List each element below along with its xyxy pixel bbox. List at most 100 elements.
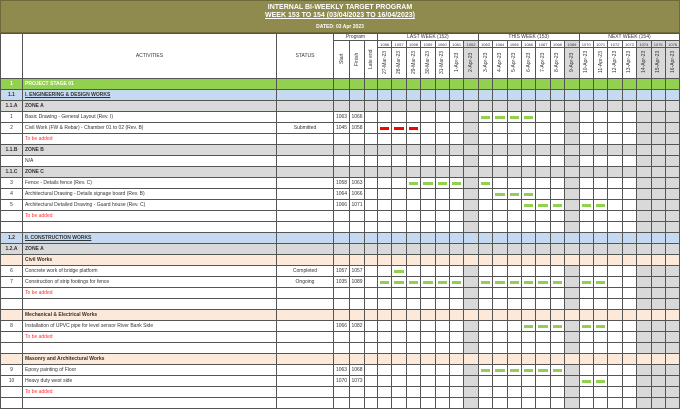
- row-number: [0, 133, 23, 145]
- day-cell: [621, 375, 638, 387]
- day-cell: [607, 221, 623, 233]
- row-number: 3: [0, 177, 23, 189]
- day-cell: [448, 78, 465, 90]
- day-cell: [420, 210, 436, 222]
- day-cell: [535, 199, 551, 211]
- day-cell: [377, 221, 393, 233]
- day-cell: [549, 364, 566, 376]
- day-cell: [405, 342, 422, 354]
- day-cell: [535, 375, 551, 387]
- day-cell: [592, 342, 609, 354]
- finish-cell: [349, 386, 365, 398]
- day-cell: [520, 287, 537, 299]
- activity-label[interactable]: To be added: [22, 287, 277, 299]
- day-cell: [592, 188, 609, 200]
- day-cell: [621, 199, 638, 211]
- day-cell: [621, 155, 638, 167]
- day-cell: [506, 375, 522, 387]
- day-cell: [621, 243, 638, 255]
- day-cell: [549, 155, 566, 167]
- day-cell: [549, 243, 566, 255]
- day-cell: [549, 276, 566, 288]
- day-cell: [463, 199, 479, 211]
- day-cell: [448, 397, 465, 409]
- day-date: 1-Apr-23: [453, 52, 460, 72]
- day-cell: [636, 320, 652, 332]
- day-cell: [463, 188, 479, 200]
- day-cell: [405, 210, 422, 222]
- late-end-cell: [363, 386, 379, 398]
- status-header: STATUS: [276, 33, 334, 79]
- day-cell: [607, 309, 623, 321]
- day-cell: [463, 320, 479, 332]
- blank-row: [0, 221, 680, 233]
- day-date: 30-Mar-23: [424, 50, 431, 74]
- day-cell: [492, 188, 508, 200]
- day-cell: [535, 353, 551, 365]
- day-cell: [448, 210, 465, 222]
- day-cell: [650, 133, 666, 145]
- day-cell: [506, 144, 522, 156]
- day-cell: [377, 342, 393, 354]
- day-cell: [549, 232, 566, 244]
- day-cell: [492, 221, 508, 233]
- day-cell: [377, 210, 393, 222]
- day-cell: [377, 177, 393, 189]
- day-cell: [636, 342, 652, 354]
- day-cell: [448, 298, 465, 310]
- day-cell: [564, 320, 580, 332]
- day-cell: [636, 133, 652, 145]
- day-cell: [377, 254, 393, 266]
- day-cell: [377, 232, 393, 244]
- start-cell: 1063: [333, 364, 350, 376]
- day-cell: [391, 144, 407, 156]
- day-cell: [477, 111, 494, 123]
- activity-label[interactable]: To be added: [22, 210, 277, 222]
- activity-label[interactable]: To be added: [22, 386, 277, 398]
- day-cell: [448, 320, 465, 332]
- row-number: 1: [0, 111, 23, 123]
- day-cell: [477, 265, 494, 277]
- day-cell: [592, 199, 609, 211]
- late-end-cell: [363, 298, 379, 310]
- day-cell: [405, 364, 422, 376]
- gantt-bar: [495, 192, 505, 196]
- report-title-banner: INTERNAL BI-WEEKLY TARGET PROGRAM WEEK 1…: [0, 0, 680, 33]
- day-cell: [535, 364, 551, 376]
- day-cell: [492, 397, 508, 409]
- day-cell: [492, 89, 508, 101]
- day-cell: [520, 100, 537, 112]
- todo-row: To be added: [0, 210, 680, 222]
- day-cell: [535, 386, 551, 398]
- day-cell: [492, 133, 508, 145]
- status-cell: [276, 331, 334, 343]
- day-cell: [592, 353, 609, 365]
- day-cell: [650, 78, 666, 90]
- activity-label[interactable]: To be added: [22, 331, 277, 343]
- day-cell: [377, 166, 393, 178]
- day-cell: [549, 78, 566, 90]
- day-cell: [506, 188, 522, 200]
- day-number: 1066: [520, 40, 537, 48]
- day-cell: [564, 122, 580, 134]
- day-cell: [592, 155, 609, 167]
- blank-row: [0, 397, 680, 409]
- gantt-bar: [394, 280, 404, 284]
- day-cell: [520, 89, 537, 101]
- day-cell: [434, 166, 450, 178]
- activity-label[interactable]: To be added: [22, 133, 277, 145]
- day-cell: [664, 287, 680, 299]
- day-cell: [434, 375, 450, 387]
- day-cell: [420, 397, 436, 409]
- day-cell: [578, 232, 594, 244]
- day-cell: [535, 166, 551, 178]
- day-number: 1070: [578, 40, 594, 48]
- status-cell: [276, 243, 334, 255]
- day-cell: [621, 265, 638, 277]
- day-number: 1068: [549, 40, 566, 48]
- status-cell: Completed: [276, 265, 334, 277]
- row-number: [0, 386, 23, 398]
- day-cell: [549, 342, 566, 354]
- day-cell: [578, 221, 594, 233]
- finish-cell: 1071: [349, 199, 365, 211]
